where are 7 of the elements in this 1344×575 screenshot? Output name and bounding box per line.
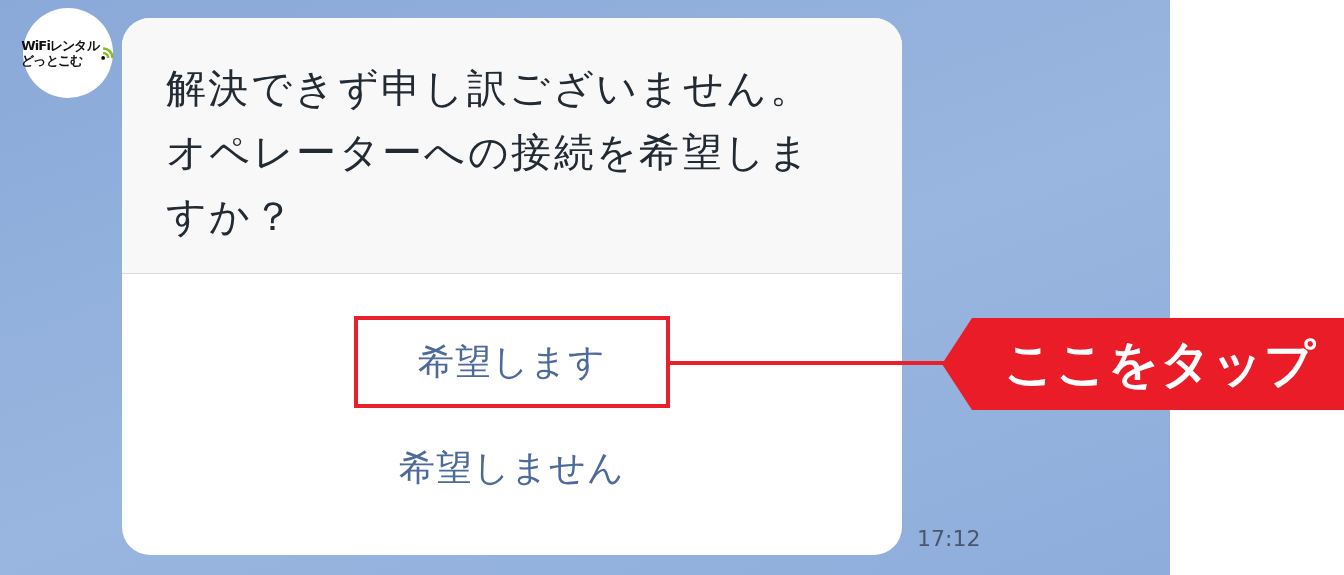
option-button[interactable]: 希望します (354, 316, 670, 408)
option-button[interactable]: 希望しません (354, 422, 670, 514)
logo-text: WiFiレンタル (21, 38, 99, 53)
logo-text: どっとこむ (21, 53, 84, 68)
callout-label: ここをタップ (942, 318, 1344, 410)
message-time: 17:12 (917, 526, 981, 551)
message-text: 解決できず申し訳ございません。オペレーターへの接続を希望しますか？ (166, 64, 813, 241)
